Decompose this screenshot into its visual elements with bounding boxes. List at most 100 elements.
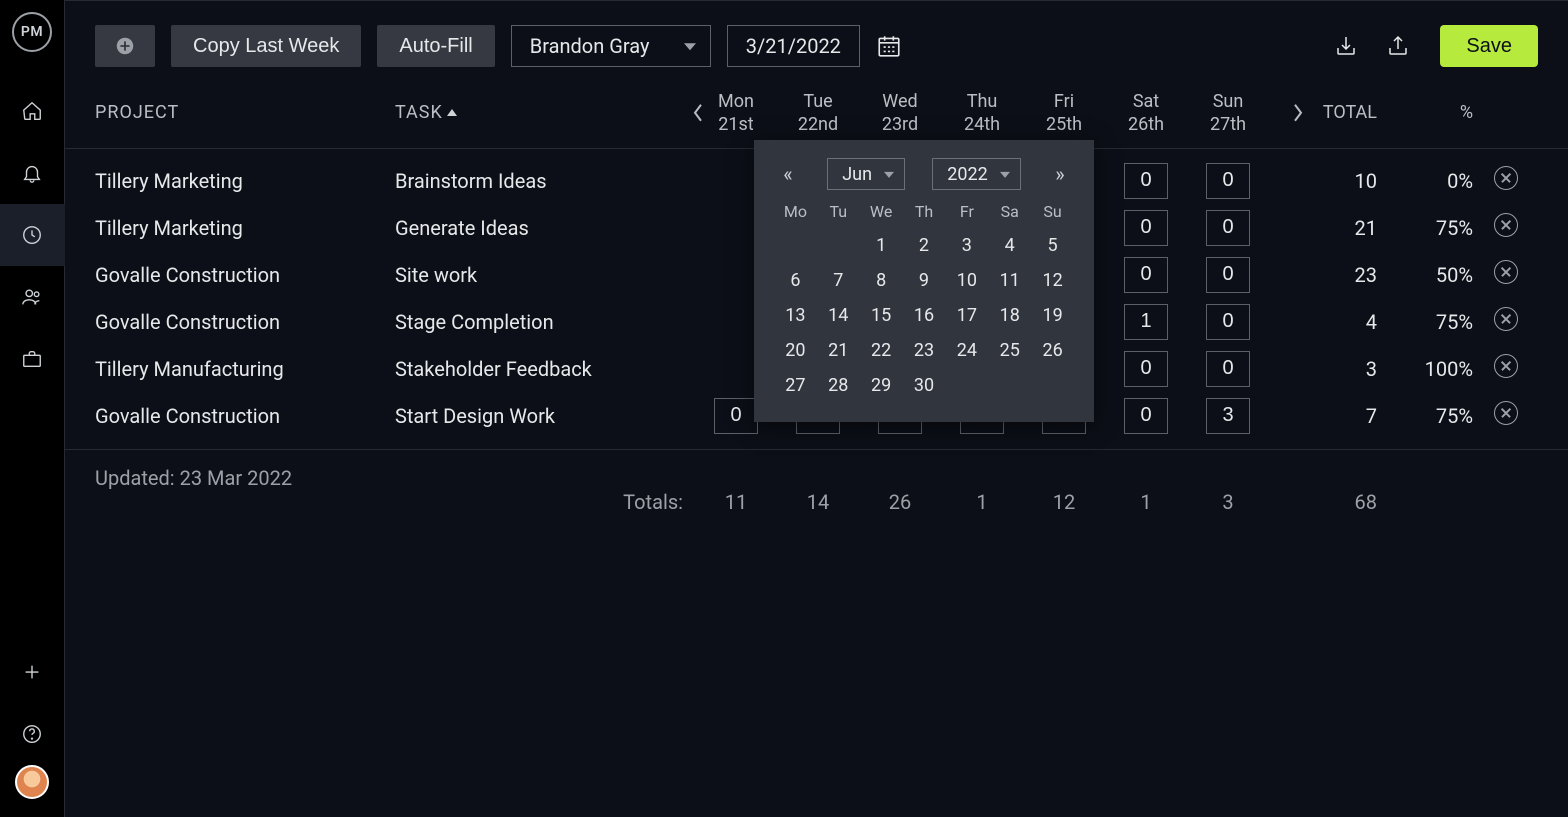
datepicker-day[interactable]: 19 <box>1033 301 1072 330</box>
datepicker-day[interactable]: 24 <box>947 336 986 365</box>
prev-week-button[interactable] <box>691 101 705 129</box>
datepicker-day[interactable]: 10 <box>947 266 986 295</box>
cell-percent: 75% <box>1387 404 1473 428</box>
next-week-button[interactable] <box>1291 101 1305 129</box>
datepicker-dow: We <box>862 202 901 225</box>
datepicker-day <box>990 371 1029 400</box>
datepicker-month-select[interactable]: Jun <box>827 158 905 190</box>
datepicker-day[interactable]: 18 <box>990 301 1029 330</box>
date-input[interactable]: 3/21/2022 <box>727 25 860 67</box>
calendar-button[interactable] <box>868 25 910 67</box>
datepicker-next-year[interactable]: » <box>1048 162 1072 186</box>
copy-last-week-button[interactable]: Copy Last Week <box>171 25 361 67</box>
datepicker-day[interactable]: 16 <box>905 301 944 330</box>
hours-input[interactable] <box>714 398 758 434</box>
sidebar: PM <box>0 0 65 817</box>
cell-day <box>1105 210 1187 246</box>
datepicker-day[interactable]: 13 <box>776 301 815 330</box>
totals-tue: 14 <box>777 490 859 514</box>
datepicker-day[interactable]: 2 <box>905 231 944 260</box>
totals-wed: 26 <box>859 490 941 514</box>
datepicker-day[interactable]: 30 <box>905 371 944 400</box>
datepicker-dow: Su <box>1033 202 1072 225</box>
save-button[interactable]: Save <box>1440 25 1538 67</box>
totals-mon: 11 <box>695 490 777 514</box>
cell-total: 3 <box>1269 357 1387 381</box>
datepicker-day[interactable]: 25 <box>990 336 1029 365</box>
hours-input[interactable] <box>1124 398 1168 434</box>
totals-sat: 1 <box>1105 490 1187 514</box>
sidebar-timesheets[interactable] <box>0 204 65 266</box>
export-button[interactable] <box>1380 28 1416 64</box>
delete-row-button[interactable] <box>1494 307 1518 331</box>
datepicker-day[interactable]: 15 <box>862 301 901 330</box>
user-select[interactable]: Brandon Gray <box>511 25 711 67</box>
datepicker-day[interactable]: 14 <box>819 301 858 330</box>
hours-input[interactable] <box>1206 163 1250 199</box>
import-button[interactable] <box>1328 28 1364 64</box>
datepicker-dow: Fr <box>947 202 986 225</box>
hours-input[interactable] <box>1124 257 1168 293</box>
totals-thu: 1 <box>941 490 1023 514</box>
sidebar-help[interactable] <box>0 703 65 765</box>
column-percent: % <box>1387 102 1473 125</box>
datepicker-prev-year[interactable]: « <box>776 162 800 186</box>
auto-fill-button[interactable]: Auto-Fill <box>377 25 494 67</box>
column-task[interactable]: TASK <box>395 102 695 125</box>
delete-row-button[interactable] <box>1494 354 1518 378</box>
delete-row-button[interactable] <box>1494 401 1518 425</box>
main-content: Copy Last Week Auto-Fill Brandon Gray 3/… <box>65 0 1568 817</box>
hours-input[interactable] <box>1124 351 1168 387</box>
datepicker-day[interactable]: 11 <box>990 266 1029 295</box>
updated-label: Updated: 23 Mar 2022 <box>95 466 695 490</box>
sidebar-add[interactable] <box>0 641 65 703</box>
sidebar-projects[interactable] <box>0 328 65 390</box>
hours-input[interactable] <box>1206 210 1250 246</box>
datepicker-day[interactable]: 20 <box>776 336 815 365</box>
column-day-sun: Sun27th <box>1187 91 1269 136</box>
sidebar-home[interactable] <box>0 80 65 142</box>
datepicker-year-select[interactable]: 2022 <box>932 158 1020 190</box>
datepicker-day[interactable]: 8 <box>862 266 901 295</box>
logo[interactable]: PM <box>12 12 52 52</box>
hours-input[interactable] <box>1206 304 1250 340</box>
datepicker-popup: « Jun 2022 » MoTuWeThFrSaSu1234567891011… <box>754 140 1094 422</box>
hours-input[interactable] <box>1206 257 1250 293</box>
datepicker-day[interactable]: 7 <box>819 266 858 295</box>
column-project[interactable]: PROJECT <box>95 102 395 125</box>
datepicker-day[interactable]: 9 <box>905 266 944 295</box>
hours-input[interactable] <box>1206 398 1250 434</box>
calendar-icon <box>876 33 902 59</box>
datepicker-day[interactable]: 6 <box>776 266 815 295</box>
datepicker-day[interactable]: 28 <box>819 371 858 400</box>
add-row-button[interactable] <box>95 25 155 67</box>
export-icon <box>1386 34 1410 58</box>
hours-input[interactable] <box>1124 210 1168 246</box>
datepicker-day[interactable]: 5 <box>1033 231 1072 260</box>
datepicker-day[interactable]: 29 <box>862 371 901 400</box>
sidebar-team[interactable] <box>0 266 65 328</box>
hours-input[interactable] <box>1124 304 1168 340</box>
datepicker-day[interactable]: 4 <box>990 231 1029 260</box>
datepicker-day[interactable]: 21 <box>819 336 858 365</box>
datepicker-year-value: 2022 <box>947 164 987 185</box>
datepicker-day[interactable]: 1 <box>862 231 901 260</box>
cell-task: Stakeholder Feedback <box>395 357 695 381</box>
datepicker-day[interactable]: 3 <box>947 231 986 260</box>
cell-project: Tillery Marketing <box>95 216 395 240</box>
datepicker-day[interactable]: 23 <box>905 336 944 365</box>
datepicker-day[interactable]: 17 <box>947 301 986 330</box>
delete-row-button[interactable] <box>1494 213 1518 237</box>
datepicker-day[interactable]: 26 <box>1033 336 1072 365</box>
briefcase-icon <box>21 348 43 370</box>
hours-input[interactable] <box>1124 163 1168 199</box>
cell-task: Generate Ideas <box>395 216 695 240</box>
avatar[interactable] <box>15 765 49 799</box>
datepicker-day[interactable]: 27 <box>776 371 815 400</box>
delete-row-button[interactable] <box>1494 260 1518 284</box>
datepicker-day[interactable]: 22 <box>862 336 901 365</box>
delete-row-button[interactable] <box>1494 166 1518 190</box>
datepicker-day[interactable]: 12 <box>1033 266 1072 295</box>
hours-input[interactable] <box>1206 351 1250 387</box>
sidebar-notifications[interactable] <box>0 142 65 204</box>
